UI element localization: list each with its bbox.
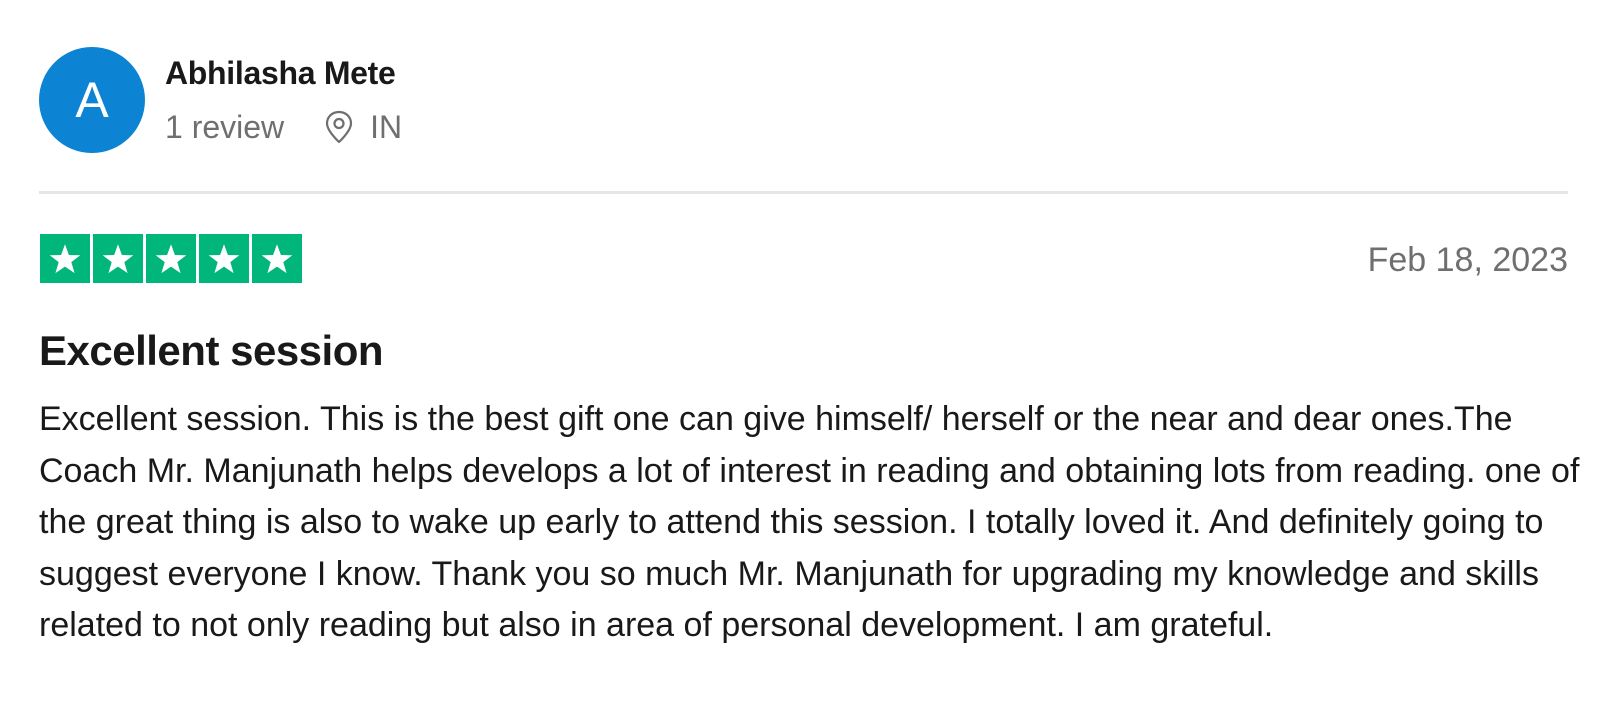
star-icon xyxy=(153,241,189,277)
review-date: Feb 18, 2023 xyxy=(1367,241,1568,279)
divider xyxy=(39,191,1568,194)
star-icon xyxy=(47,241,83,277)
reviewer-name[interactable]: Abhilasha Mete xyxy=(165,53,402,93)
review-count[interactable]: 1 review xyxy=(165,107,284,147)
reviewer-location: IN xyxy=(324,107,402,147)
reviewer-header: A Abhilasha Mete 1 review IN xyxy=(39,47,402,153)
star-4 xyxy=(199,234,249,283)
star-icon xyxy=(206,241,242,277)
reviewer-meta: 1 review IN xyxy=(165,107,402,147)
star-5 xyxy=(252,234,302,283)
review-title[interactable]: Excellent session xyxy=(39,326,384,376)
star-1 xyxy=(40,234,90,283)
avatar-letter: A xyxy=(75,72,109,128)
avatar[interactable]: A xyxy=(39,47,145,153)
location-pin-icon xyxy=(324,110,354,144)
star-2 xyxy=(93,234,143,283)
country-code: IN xyxy=(370,109,403,145)
star-3 xyxy=(146,234,196,283)
review-body: Excellent session. This is the best gift… xyxy=(39,400,1580,644)
star-icon xyxy=(259,241,295,277)
review-card: A Abhilasha Mete 1 review IN Feb 18, 202… xyxy=(0,0,1600,724)
star-icon xyxy=(100,241,136,277)
star-rating xyxy=(40,234,305,283)
reviewer-info: Abhilasha Mete 1 review IN xyxy=(165,47,402,147)
